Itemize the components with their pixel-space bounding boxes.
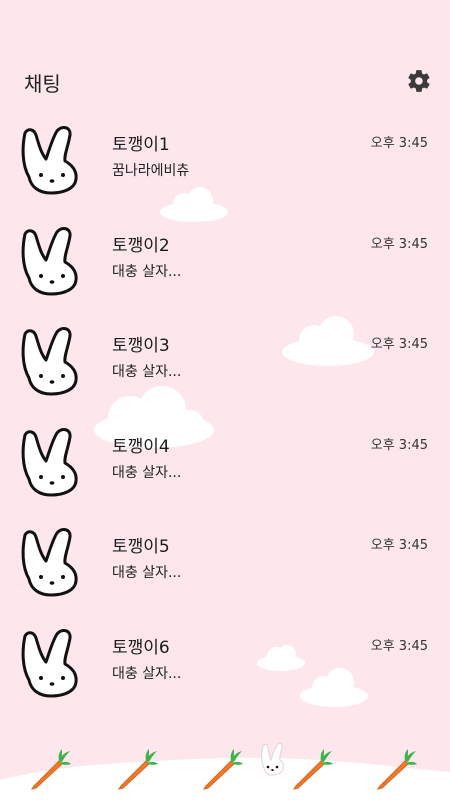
- chat-row[interactable]: 토깽이3 대충 살자... 오후 3:45: [0, 323, 450, 411]
- chat-name: 토깽이1: [112, 135, 170, 155]
- chat-time: 오후 3:45: [370, 639, 428, 654]
- chat-preview: 꿈나라에비츄: [112, 163, 190, 179]
- bunny-icon: [21, 227, 78, 296]
- chat-time: 오후 3:45: [370, 337, 428, 352]
- chat-time: 오후 3:45: [370, 538, 428, 553]
- chat-preview: 대충 살자...: [112, 666, 182, 682]
- chat-name: 토깽이6: [112, 638, 170, 658]
- page-title: 채팅: [24, 72, 61, 96]
- chat-name: 토깽이5: [112, 537, 170, 557]
- bunny-icon: [261, 742, 284, 776]
- chat-time: 오후 3:45: [370, 237, 428, 252]
- chat-row[interactable]: 토깽이6 대충 살자... 오후 3:45: [0, 625, 450, 713]
- bunny-icon: [21, 327, 78, 396]
- chat-row[interactable]: 토깽이5 대충 살자... 오후 3:45: [0, 524, 450, 612]
- carrot-icon: [202, 749, 243, 790]
- chat-name: 토깽이3: [112, 336, 170, 356]
- carrot-icon: [30, 749, 71, 790]
- chat-preview: 대충 살자...: [112, 465, 182, 481]
- bunny-icon: [21, 629, 78, 698]
- gear-icon[interactable]: [406, 68, 432, 94]
- chat-preview: 대충 살자...: [112, 565, 182, 581]
- app-header: 채팅: [0, 56, 450, 108]
- chat-row[interactable]: 토깽이1 꿈나라에비츄 오후 3:45: [0, 122, 450, 210]
- bunny-icon: [21, 126, 78, 195]
- chat-name: 토깽이4: [112, 437, 170, 457]
- bunny-icon: [21, 428, 78, 497]
- chat-name: 토깽이2: [112, 236, 170, 256]
- carrot-icon: [292, 749, 333, 790]
- chat-preview: 대충 살자...: [112, 264, 182, 280]
- chat-time: 오후 3:45: [370, 136, 428, 151]
- bunny-icon: [21, 528, 78, 597]
- chat-row[interactable]: 토깽이2 대충 살자... 오후 3:45: [0, 223, 450, 311]
- chat-row[interactable]: 토깽이4 대충 살자... 오후 3:45: [0, 424, 450, 512]
- carrot-icon: [376, 749, 417, 790]
- chat-preview: 대충 살자...: [112, 364, 182, 380]
- chat-time: 오후 3:45: [370, 438, 428, 453]
- carrot-icon: [117, 749, 158, 790]
